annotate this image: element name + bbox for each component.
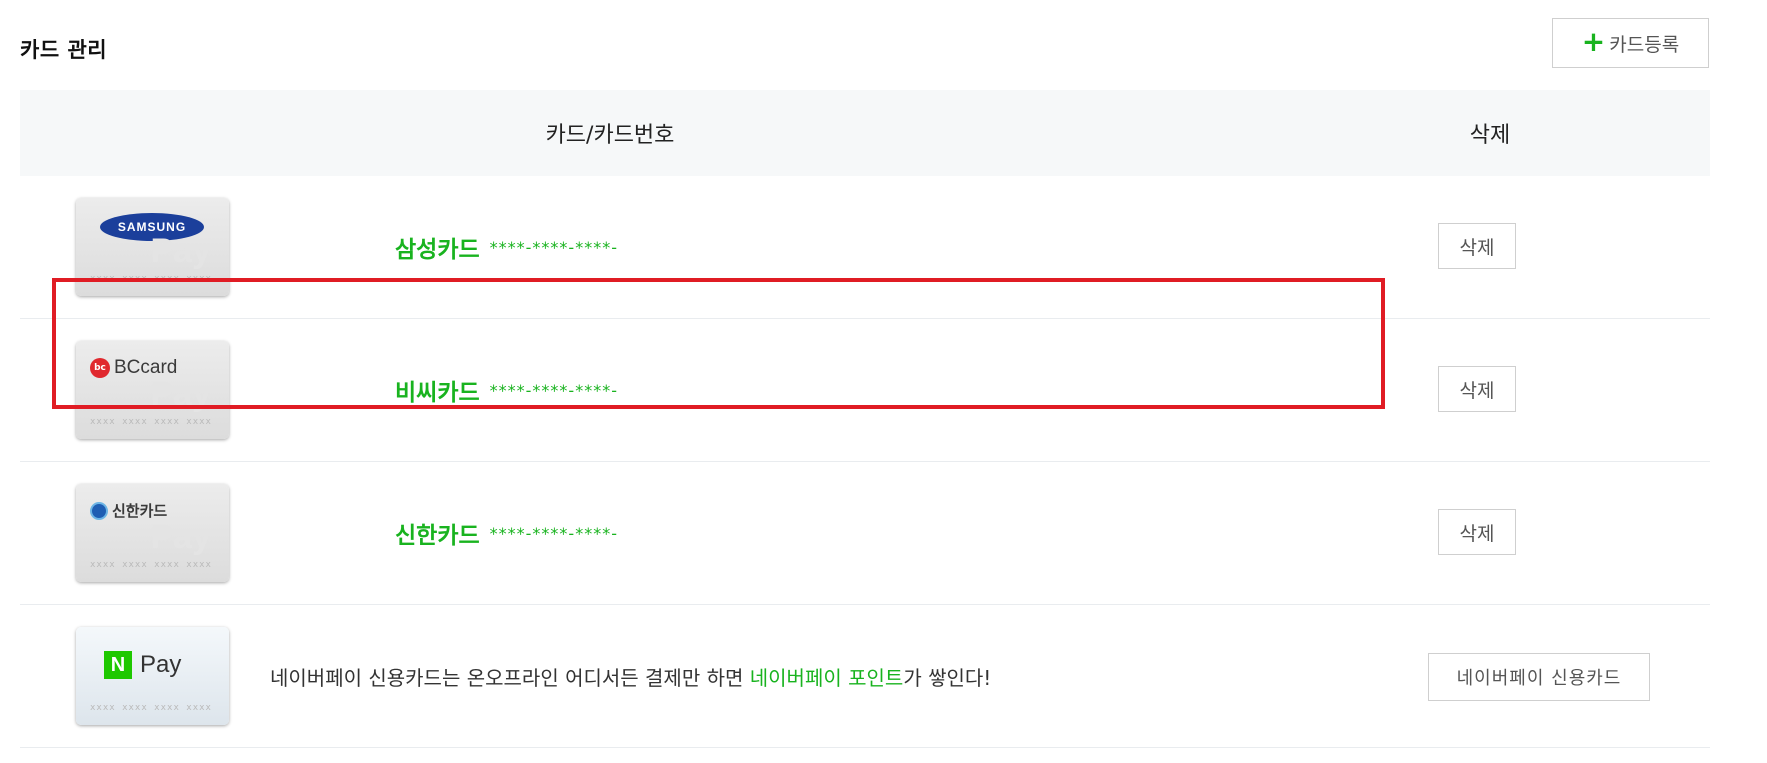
card-info: 삼성카드 ****-****-****- <box>395 176 618 318</box>
card-number-placeholder: xxxx xxxx xxxx xxxx <box>90 274 212 284</box>
table-row: SAMSUNG Pay xxxx xxxx xxxx xxxx 삼성카드 ***… <box>20 176 1710 319</box>
card-name: 비씨카드 <box>395 380 480 406</box>
shinhan-card-image: 신한카드 Pay xxxx xxxx xxxx xxxx <box>76 484 229 582</box>
delete-button[interactable]: 삭제 <box>1438 509 1516 555</box>
register-card-button[interactable]: + 카드등록 <box>1552 18 1709 68</box>
register-card-label: 카드등록 <box>1609 33 1680 56</box>
promo-text-before: 네이버페이 신용카드는 온오프라인 어디서든 결제만 하면 <box>270 665 750 690</box>
card-name: 삼성카드 <box>395 237 480 263</box>
page-title: 카드 관리 <box>20 38 108 62</box>
card-number: ****-****-****- <box>489 237 618 257</box>
table-row: 신한카드 Pay xxxx xxxx xxxx xxxx 신한카드 ****-*… <box>20 462 1710 605</box>
card-table: 카드/카드번호 삭제 SAMSUNG Pay xxxx xxxx xxxx xx… <box>20 90 1710 748</box>
column-header-card: 카드/카드번호 <box>545 123 675 148</box>
card-number-placeholder: xxxx xxxx xxxx xxxx <box>90 560 212 570</box>
pay-watermark: Pay <box>150 375 212 413</box>
delete-button[interactable]: 삭제 <box>1438 223 1516 269</box>
npay-credit-card-button[interactable]: 네이버페이 신용카드 <box>1428 653 1650 701</box>
npay-logo-text: Pay <box>140 651 182 678</box>
npay-brand: N Pay <box>104 651 181 679</box>
card-number-placeholder: xxxx xxxx xxxx xxxx <box>90 703 212 713</box>
card-info: 비씨카드 ****-****-****- <box>395 319 618 461</box>
pay-watermark: Pay <box>150 518 212 556</box>
card-number: ****-****-****- <box>489 523 618 543</box>
delete-button[interactable]: 삭제 <box>1438 366 1516 412</box>
bc-logo-icon: bc <box>90 358 110 378</box>
promo-text-after: 가 쌓인다! <box>903 665 992 690</box>
column-header-delete: 삭제 <box>1469 123 1511 148</box>
npay-card-image: N Pay xxxx xxxx xxxx xxxx <box>76 627 229 725</box>
table-row: bc BCcard Pay xxxx xxxx xxxx xxxx 비씨카드 *… <box>20 319 1710 462</box>
promo-text: 네이버페이 신용카드는 온오프라인 어디서든 결제만 하면 네이버페이 포인트 … <box>270 605 991 747</box>
npay-n-icon: N <box>104 651 132 679</box>
plus-icon: + <box>1581 24 1606 58</box>
bc-card-image: bc BCcard Pay xxxx xxxx xxxx xxxx <box>76 341 229 439</box>
card-info: 신한카드 ****-****-****- <box>395 462 618 604</box>
pay-watermark: Pay <box>150 232 212 270</box>
card-name: 신한카드 <box>395 523 480 549</box>
shinhan-logo-icon <box>90 501 108 520</box>
card-number: ****-****-****- <box>489 380 618 400</box>
samsung-card-image: SAMSUNG Pay xxxx xxxx xxxx xxxx <box>76 198 229 296</box>
promo-row: N Pay xxxx xxxx xxxx xxxx 네이버페이 신용카드는 온오… <box>20 605 1710 748</box>
card-number-placeholder: xxxx xxxx xxxx xxxx <box>90 417 212 427</box>
promo-text-highlight: 네이버페이 포인트 <box>749 665 904 690</box>
table-header: 카드/카드번호 삭제 <box>20 90 1710 176</box>
